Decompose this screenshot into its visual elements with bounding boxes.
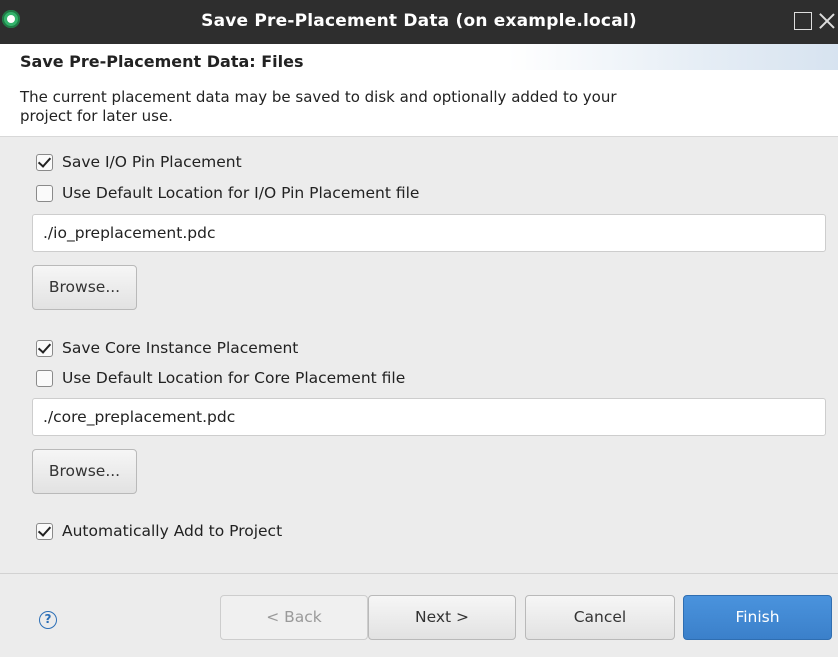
checkbox-checked[interactable] [36, 339, 53, 357]
cancel-button[interactable]: Cancel [525, 595, 675, 640]
finish-button[interactable]: Finish [683, 595, 832, 640]
core-placement-path-field[interactable]: ./core_preplacement.pdc [32, 398, 826, 436]
wizard-footer: ? < Back Next > Cancel Finish [0, 573, 838, 657]
checkbox-checked[interactable] [36, 153, 53, 171]
use-default-io-location-checkbox[interactable]: Use Default Location for I/O Pin Placeme… [36, 182, 419, 204]
back-button[interactable]: < Back [220, 595, 368, 640]
save-io-pin-placement-checkbox[interactable]: Save I/O Pin Placement [36, 151, 242, 173]
auto-add-to-project-checkbox[interactable]: Automatically Add to Project [36, 520, 282, 542]
checkbox-label: Use Default Location for I/O Pin Placeme… [62, 184, 420, 202]
checkbox-label: Use Default Location for Core Placement … [62, 369, 406, 387]
window-controls [794, 10, 836, 32]
wizard-content: Save I/O Pin Placement Use Default Locat… [0, 137, 838, 573]
checkbox-checked[interactable] [36, 522, 53, 540]
checkbox-unchecked[interactable] [36, 184, 53, 202]
checkbox-unchecked[interactable] [36, 369, 53, 387]
close-icon[interactable] [818, 12, 836, 30]
core-browse-button[interactable]: Browse... [32, 449, 137, 494]
title-bar: Save Pre-Placement Data (on example.loca… [0, 0, 838, 44]
io-browse-button[interactable]: Browse... [32, 265, 137, 310]
maximize-icon[interactable] [794, 12, 812, 30]
next-button[interactable]: Next > [368, 595, 516, 640]
io-placement-path-field[interactable]: ./io_preplacement.pdc [32, 214, 826, 252]
page-title: Save Pre-Placement Data: Files [20, 52, 304, 71]
header-banner [508, 44, 838, 70]
use-default-core-location-checkbox[interactable]: Use Default Location for Core Placement … [36, 367, 405, 389]
save-core-instance-placement-checkbox[interactable]: Save Core Instance Placement [36, 337, 298, 359]
checkbox-label: Automatically Add to Project [62, 522, 283, 540]
page-description: The current placement data may be saved … [20, 88, 617, 125]
checkbox-label: Save I/O Pin Placement [62, 153, 242, 171]
window-title: Save Pre-Placement Data (on example.loca… [201, 11, 637, 31]
help-icon[interactable]: ? [39, 611, 57, 629]
checkbox-label: Save Core Instance Placement [62, 339, 299, 357]
wizard-header: Save Pre-Placement Data: Files The curre… [0, 44, 838, 137]
